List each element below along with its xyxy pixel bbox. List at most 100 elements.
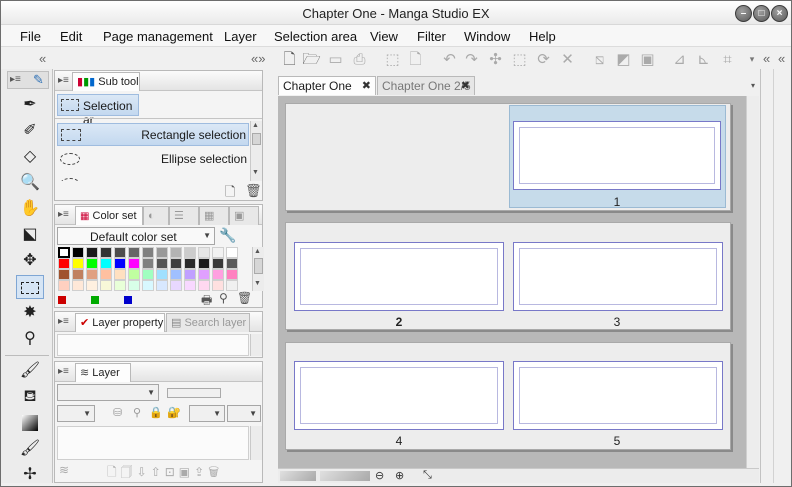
tab-search-layer[interactable]: ▤ Search layer (166, 313, 250, 332)
color-swatch[interactable] (58, 247, 70, 258)
toolbar-overflow-icon[interactable]: ▾ (746, 50, 758, 69)
subtool-scrollbar[interactable]: ▲ ▼ (250, 121, 262, 181)
color-swatch[interactable] (198, 258, 210, 269)
page-1[interactable] (513, 121, 721, 190)
scroll-down-icon[interactable]: ▼ (252, 169, 259, 176)
object-tool-icon[interactable]: ⬕ (16, 223, 44, 247)
tab-chapter-one-2-5[interactable]: Chapter One 2/5 ✖ (377, 76, 475, 95)
page-icon[interactable]: 🗋 (406, 50, 425, 69)
layer-option-select[interactable]: ▼ (189, 405, 225, 422)
menu-page-management[interactable]: Page management (103, 29, 213, 44)
color-swatch[interactable] (128, 247, 140, 258)
magic-wand-tool-icon[interactable]: ✸ (16, 301, 44, 325)
color-swatch[interactable] (72, 280, 84, 291)
layer-mask-icon[interactable]: ⛁ (113, 406, 122, 419)
color-swatch[interactable] (142, 258, 154, 269)
panel-menu-icon[interactable]: ▸≡ (58, 366, 69, 377)
scroll-up-icon[interactable]: ▲ (252, 122, 259, 129)
undo-icon[interactable]: ↶ (440, 50, 459, 69)
blend-mode-select[interactable]: ▼ (57, 384, 159, 401)
delete-color-icon[interactable]: 🗑 (237, 291, 252, 305)
clip-icon[interactable]: ⚲ (133, 406, 141, 419)
zoom-in-icon[interactable]: ⊕ (395, 469, 404, 482)
hand-tool-icon[interactable]: ✋ (16, 197, 44, 221)
menu-layer[interactable]: Layer (224, 29, 257, 44)
color-swatch[interactable] (100, 280, 112, 291)
color-swatch[interactable] (212, 258, 224, 269)
color-swatch[interactable] (156, 258, 168, 269)
page-3[interactable] (513, 242, 723, 311)
color-swatch[interactable] (58, 280, 70, 291)
close-tab-icon[interactable]: ✖ (362, 77, 371, 95)
color-swatch[interactable] (226, 247, 238, 258)
canvas-vertical-scrollbar[interactable] (746, 96, 759, 468)
eyedrop-color-icon[interactable]: ⚲ (219, 291, 228, 305)
grid-icon[interactable]: ⌗ (718, 50, 737, 69)
subtool-group-button[interactable]: Selection ar (57, 94, 139, 127)
color-swatch[interactable] (72, 258, 84, 269)
menu-selection-area[interactable]: Selection area (274, 29, 357, 44)
scroll-down-icon[interactable]: ▼ (254, 280, 261, 287)
ruler-icon[interactable]: ⊿ (670, 50, 689, 69)
color-swatch[interactable] (86, 280, 98, 291)
color-swatch[interactable] (100, 258, 112, 269)
colorset-scrollbar[interactable]: ▲ ▼ (252, 247, 264, 291)
close-tab-icon[interactable]: ✖ (461, 77, 470, 95)
tab-intermediate-color[interactable]: ▣ (229, 206, 259, 225)
page-2[interactable] (294, 242, 504, 311)
color-swatch[interactable] (72, 247, 84, 258)
eraser-tool-icon[interactable]: ◇ (16, 145, 44, 169)
collapse-left-icon[interactable]: « (39, 51, 46, 66)
selection-tool-icon[interactable] (16, 275, 44, 299)
panel-menu-icon[interactable]: ▸≡ (58, 316, 69, 327)
bucket-tool-icon[interactable]: ⛾ (16, 385, 44, 409)
color-swatch[interactable] (128, 258, 140, 269)
tab-colorset[interactable]: ▦ Color set (75, 206, 143, 225)
scroll-thumb[interactable] (252, 133, 261, 145)
scroll-thumb[interactable] (254, 258, 263, 274)
color-swatch[interactable] (212, 247, 224, 258)
layer-list-scrollbar[interactable] (250, 426, 262, 460)
color-swatch[interactable] (142, 247, 154, 258)
open-folder-icon[interactable]: 🗁 (302, 50, 321, 69)
color-swatch[interactable] (226, 258, 238, 269)
pencil-tool-icon[interactable]: ✐ (16, 119, 44, 143)
palette-menu-icon[interactable]: ▸≡ (10, 74, 21, 85)
minimize-button[interactable]: – (735, 5, 752, 22)
list-item-rectangle-selection[interactable]: Rectangle selection (57, 123, 249, 146)
zoom-out-icon[interactable]: ⊖ (375, 469, 384, 482)
color-swatch[interactable] (170, 269, 182, 280)
color-swatch[interactable] (170, 258, 182, 269)
color-swatch[interactable] (156, 247, 168, 258)
color-swatch[interactable] (184, 258, 196, 269)
pen-tab-icon[interactable]: ✎ (33, 72, 44, 88)
color-swatch[interactable] (86, 247, 98, 258)
clear-selection-icon[interactable]: ⧅ (590, 50, 609, 69)
collapse-panel-icon[interactable]: «» (251, 51, 265, 66)
layer-actions-icon[interactable]: 🗋🗍⇩⇧⊡▣⇪🗑 (107, 463, 223, 484)
color-swatch[interactable] (198, 280, 210, 291)
menu-help[interactable]: Help (529, 29, 556, 44)
panel-menu-icon[interactable]: ▸≡ (58, 209, 69, 220)
color-swatch[interactable] (72, 269, 84, 280)
color-swatch[interactable] (100, 247, 112, 258)
layer-property-scrollbar[interactable] (250, 334, 262, 356)
color-swatch[interactable] (156, 269, 168, 280)
color-swatch[interactable] (226, 269, 238, 280)
color-swatch[interactable] (114, 247, 126, 258)
color-swatch[interactable] (170, 280, 182, 291)
delete-subtool-icon[interactable]: 🗑 (245, 183, 262, 199)
recent-color-chip[interactable] (91, 296, 99, 304)
page-settings-icon[interactable]: ⬚ (383, 50, 402, 69)
color-set-select[interactable]: Default color set ▼ (57, 227, 215, 245)
tab-color-history[interactable]: ▦ (199, 206, 229, 225)
color-swatch[interactable] (114, 269, 126, 280)
tab-layer[interactable]: ≋ Layer (75, 363, 131, 382)
opacity-slider[interactable] (167, 388, 221, 398)
page-5[interactable] (513, 361, 723, 430)
color-swatch[interactable] (100, 269, 112, 280)
pen-tool-icon[interactable]: ✒ (16, 93, 44, 117)
tab-layer-property[interactable]: ✔ Layer property (75, 313, 165, 332)
color-swatch[interactable] (184, 269, 196, 280)
save-icon[interactable]: ▭ (326, 50, 345, 69)
